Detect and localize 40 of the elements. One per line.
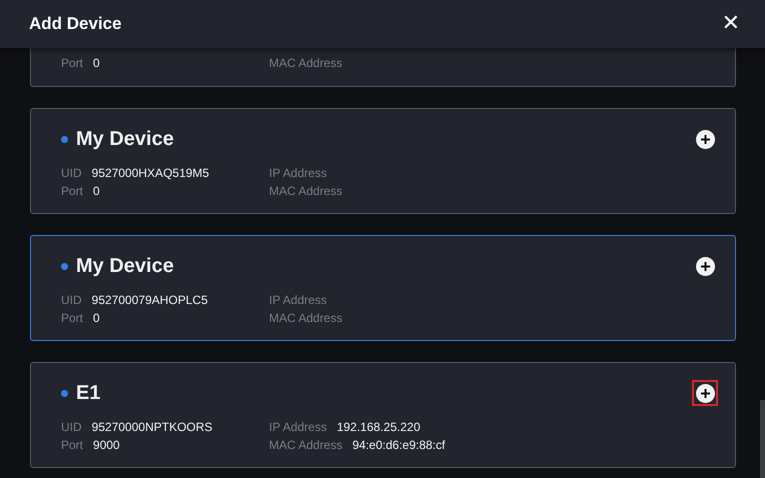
field-label: MAC Address — [269, 437, 342, 454]
add-icon — [696, 384, 714, 402]
field-label: Port — [61, 183, 84, 200]
field-label: UID — [61, 292, 82, 309]
field-value: 952700079AHOPLC5 — [92, 292, 208, 309]
field-value: 9527000HXAQ519M5 — [92, 165, 210, 182]
status-dot — [61, 136, 68, 142]
device-card[interactable]: My Device UID 952700079AHOPLC5 Port 0 IP Address MAC Address — [30, 235, 736, 341]
status-dot — [61, 262, 68, 270]
add-icon — [696, 256, 714, 276]
field-label: Port — [61, 310, 84, 327]
add-icon — [696, 130, 714, 148]
field-label: IP Address — [269, 292, 327, 309]
status-dot — [61, 390, 68, 396]
field-value: 0 — [93, 183, 100, 200]
device-name: E1 — [76, 382, 100, 404]
field-value: 94:e0:d6:e9:88:cf — [352, 437, 446, 454]
device-card[interactable]: Port 0 MAC Address — [30, 48, 736, 87]
field-label: UID — [61, 419, 82, 436]
field-value: 192.168.25.220 — [336, 419, 420, 436]
device-name: My Device — [76, 128, 174, 150]
field-label: UID — [61, 165, 82, 182]
close-button[interactable]: ✕ — [722, 13, 740, 35]
field-label: Port — [61, 55, 84, 72]
field-value: 0 — [93, 310, 100, 327]
device-name: My Device — [76, 254, 174, 278]
window-title: Add Device — [29, 14, 122, 34]
device-card[interactable]: My Device UID 9527000HXAQ519M5 Port 0 IP Address MAC Address — [30, 108, 736, 214]
field-label: IP Address — [269, 419, 327, 436]
field-value: 95270000NPTKOORS — [92, 419, 212, 436]
field-value: 9000 — [93, 437, 120, 454]
field-value: 0 — [93, 55, 100, 72]
field-label: IP Address — [269, 165, 327, 182]
field-label: Port — [61, 437, 84, 454]
device-card[interactable]: E1 UID 95270000NPTKOORS Port 9000 IP Address 192.168.25.220 MAC Address 94:e0:d6:e9:88:cf — [30, 362, 736, 468]
field-label: MAC Address — [269, 310, 342, 327]
field-label: MAC Address — [269, 55, 342, 72]
add-button[interactable] — [692, 380, 718, 406]
field-label: MAC Address — [269, 183, 342, 200]
scrollbar[interactable] — [760, 400, 765, 478]
